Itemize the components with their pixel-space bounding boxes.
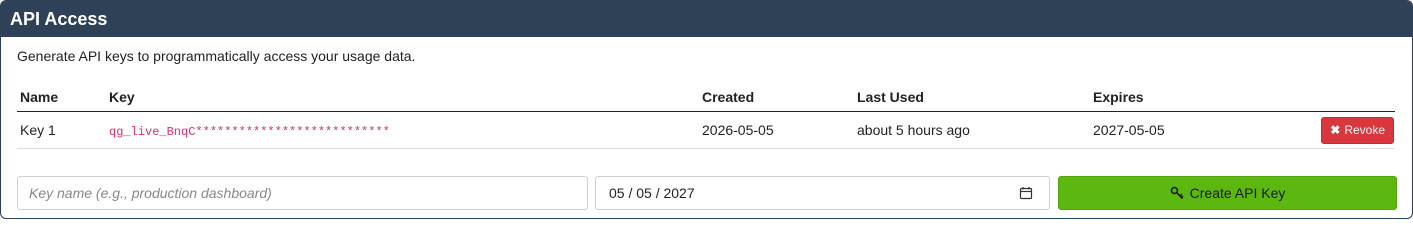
column-header-last-used: Last Used — [854, 83, 1090, 112]
key-icon — [1170, 186, 1184, 200]
create-key-form: 05 / 05 / 2027 — [17, 176, 1397, 210]
column-header-expires: Expires — [1090, 83, 1315, 112]
last-used-cell: about 5 hours ago — [854, 111, 1090, 149]
column-header-key: Key — [106, 83, 699, 112]
column-header-actions — [1315, 83, 1395, 112]
revoke-button[interactable]: ✖ Revoke — [1321, 116, 1394, 144]
table-row: Key 1 qg_live_BnqC**********************… — [17, 111, 1395, 149]
actions-cell: ✖ Revoke — [1315, 111, 1395, 149]
masked-key: qg_live_BnqC*************************** — [109, 124, 390, 139]
table-header-row: Name Key Created Last Used Expires — [17, 83, 1395, 112]
created-cell: 2026-05-05 — [699, 111, 854, 149]
revoke-label: Revoke — [1344, 123, 1385, 137]
expiry-date-value: 05 / 05 / 2027 — [609, 185, 695, 201]
expiry-date-input[interactable]: 05 / 05 / 2027 — [595, 176, 1050, 210]
column-header-created: Created — [699, 83, 854, 112]
api-keys-table: Name Key Created Last Used Expires Key 1… — [17, 83, 1395, 149]
calendar-icon[interactable] — [1019, 186, 1033, 200]
column-header-name: Name — [17, 83, 106, 112]
api-access-panel: API Access Generate API keys to programm… — [0, 0, 1413, 219]
panel-description: Generate API keys to programmatically ac… — [17, 48, 416, 64]
close-icon: ✖ — [1330, 123, 1341, 137]
panel-title: API Access — [1, 1, 1412, 37]
key-name-cell: Key 1 — [17, 111, 106, 149]
expires-cell: 2027-05-05 — [1090, 111, 1315, 149]
create-api-key-button[interactable]: Create API Key — [1058, 176, 1397, 210]
create-api-key-label: Create API Key — [1189, 185, 1286, 201]
key-name-input[interactable] — [17, 176, 588, 210]
key-value-cell: qg_live_BnqC*************************** — [106, 111, 699, 149]
